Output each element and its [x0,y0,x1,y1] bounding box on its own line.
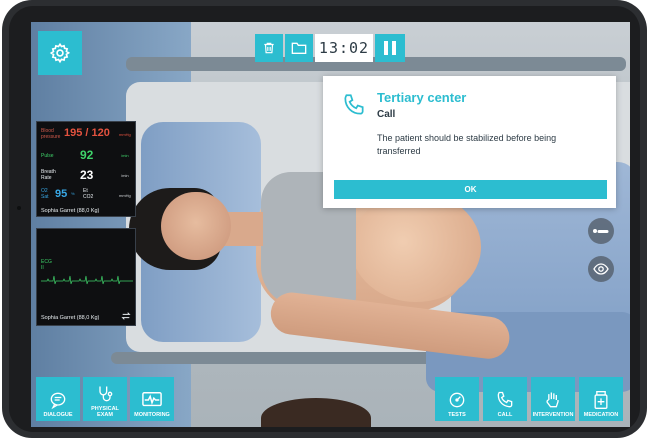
o2-unit: % [71,191,75,196]
o2-label: O2 Sat [41,188,49,200]
dialog-message: The patient should be stabilized before … [377,133,557,156]
physical-exam-label: PHYSICAL EXAM [91,406,119,418]
chat-icon [50,392,66,410]
camera-dot [17,206,21,210]
medication-button[interactable]: MEDICATION [579,377,623,421]
vitals-patient-name: Sophia Garret (88,0 Kg) [41,208,100,214]
trash-icon [264,42,274,54]
tests-button[interactable]: TESTS [435,377,479,421]
pause-icon [384,41,396,55]
monitoring-button[interactable]: MONITORING [130,377,174,421]
call-label: CALL [497,412,513,418]
timer-display: 13:02 [315,34,373,62]
call-button[interactable]: CALL [483,377,527,421]
gear-icon [49,42,71,64]
ecg-patient-name: Sophia Garret (88,0 Kg) [41,315,100,321]
swap-icon[interactable] [121,311,131,321]
phone-icon [497,391,513,408]
hand-icon [546,392,559,408]
vitals-monitor[interactable]: Blood pressure 195 / 120 mmHg Pulse 92 /m… [36,121,136,217]
call-dialog: Tertiary center Call The patient should … [323,76,616,208]
pulse-unit: /min [121,153,129,158]
open-folder-button[interactable] [285,34,313,62]
breath-unit: /min [121,173,129,178]
medication-label: MEDICATION [583,412,619,418]
tests-label: TESTS [448,412,466,418]
etco2-unit: mmHg [119,193,131,198]
simulation-screen: 13:02 Blood pressure 195 / 120 mmHg Pulse… [31,22,630,427]
monitoring-label: MONITORING [134,412,170,418]
physical-exam-button[interactable]: PHYSICAL EXAM [83,377,127,421]
ecg-monitor[interactable]: ECG II Sophia Garret (88,0 Kg) [36,228,136,326]
patient-face[interactable] [161,192,231,260]
phone-icon [344,94,364,115]
bp-label: Blood pressure [41,128,61,140]
bp-unit: mmHg [119,132,131,137]
patient-lying-icon [593,229,609,233]
bp-value: 195 / 120 [64,127,110,139]
pulse-label: Pulse [41,153,54,159]
dialogue-button[interactable]: DIALOGUE [36,377,80,421]
pause-button[interactable] [375,34,405,62]
folder-icon [291,42,307,54]
ecg-trace [41,275,133,285]
dialogue-label: DIALOGUE [43,412,73,418]
ok-button[interactable]: OK [334,180,607,199]
eye-icon [593,263,609,275]
medication-icon [594,391,608,409]
ecg-label: ECG II [41,259,52,271]
patient-position-button[interactable] [588,218,614,244]
pulse-value: 92 [80,148,94,162]
etco2-label: Et CO2 [83,188,94,200]
delete-button[interactable] [255,34,283,62]
stethoscope-icon [99,386,113,402]
monitor-icon [142,392,162,407]
dialog-title: Tertiary center [377,90,467,105]
view-button[interactable] [588,256,614,282]
settings-button[interactable] [38,31,82,75]
breath-value: 23 [80,168,94,182]
intervention-label: INTERVENTION [532,412,574,418]
dialog-subtitle: Call [377,109,396,120]
intervention-button[interactable]: INTERVENTION [531,377,575,421]
patient-abdomen[interactable] [351,192,481,302]
breath-label: Breath Rate [41,169,56,181]
gauge-icon [449,392,465,408]
o2-value: 95 [55,188,68,200]
